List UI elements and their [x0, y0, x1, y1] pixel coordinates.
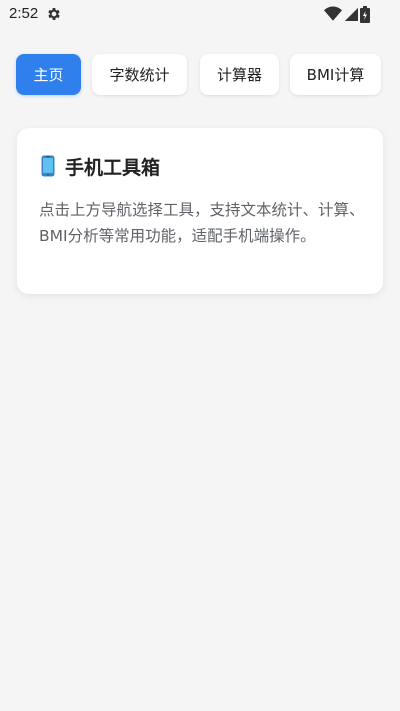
intro-card: 手机工具箱 点击上方导航选择工具，支持文本统计、计算、BMI分析等常用功能，适配… [17, 128, 383, 294]
wifi-icon [324, 6, 342, 21]
tab-bmi-calculator[interactable]: BMI计算 [290, 54, 381, 95]
card-description: 点击上方导航选择工具，支持文本统计、计算、BMI分析等常用功能，适配手机端操作。 [39, 201, 365, 245]
phone-icon [41, 155, 55, 177]
card-header: 手机工具箱 [39, 152, 361, 180]
tab-word-count[interactable]: 字数统计 [92, 54, 187, 95]
cell-signal-icon [344, 7, 358, 21]
battery-icon [360, 5, 370, 23]
status-time: 2:52 [9, 5, 39, 22]
card-title: 手机工具箱 [65, 156, 161, 179]
tab-calculator[interactable]: 计算器 [200, 54, 279, 95]
top-navigation: 主页 字数统计 计算器 BMI计算 [16, 54, 386, 96]
status-bar: 2:52 [0, 0, 400, 30]
gear-icon [48, 8, 60, 20]
status-icons [324, 5, 370, 23]
tab-home[interactable]: 主页 [16, 54, 81, 95]
